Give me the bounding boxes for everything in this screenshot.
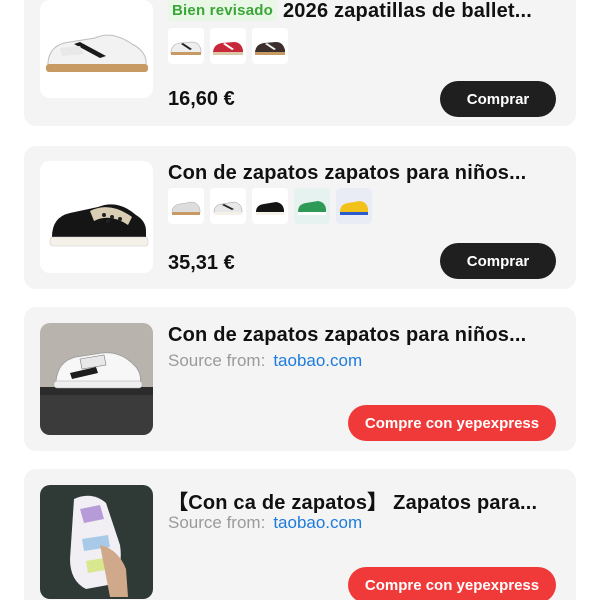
variant-swatches bbox=[168, 188, 372, 224]
variant-swatch[interactable] bbox=[168, 188, 204, 224]
product-title-text: 2026 zapatillas de ballet... bbox=[282, 0, 533, 22]
source-label: Source from: bbox=[168, 351, 266, 370]
variant-swatch[interactable] bbox=[336, 188, 372, 224]
product-card-1[interactable]: Bien revisado 2026 zapatillas de ballet..… bbox=[24, 0, 576, 126]
variant-swatch[interactable] bbox=[210, 28, 246, 64]
variant-swatch[interactable] bbox=[252, 28, 288, 64]
variant-swatch[interactable] bbox=[210, 188, 246, 224]
buy-button[interactable]: Comprar bbox=[440, 243, 556, 279]
sneaker-image bbox=[40, 323, 153, 435]
product-image[interactable] bbox=[40, 485, 153, 599]
variant-swatch[interactable] bbox=[252, 188, 288, 224]
product-card-4[interactable]: 【Con ca de zapatos】 Zapatos para... Sour… bbox=[24, 469, 576, 600]
source-line: Source from: taobao.com bbox=[168, 513, 362, 533]
source-line: Source from: taobao.com bbox=[168, 351, 362, 371]
variant-swatch[interactable] bbox=[168, 28, 204, 64]
product-title[interactable]: Con de zapatos zapatos para niños... bbox=[168, 162, 556, 185]
source-label: Source from: bbox=[168, 513, 266, 532]
buy-yepexpress-button[interactable]: Compre con yepexpress bbox=[348, 405, 556, 441]
source-link[interactable]: taobao.com bbox=[273, 513, 362, 532]
sneaker-image bbox=[40, 161, 153, 273]
product-title[interactable]: 【Con ca de zapatos】 Zapatos para... bbox=[168, 486, 556, 515]
product-title[interactable]: Bien revisado 2026 zapatillas de ballet..… bbox=[168, 0, 556, 23]
product-card-2[interactable]: Con de zapatos zapatos para niños... 35,… bbox=[24, 146, 576, 289]
buy-yepexpress-button[interactable]: Compre con yepexpress bbox=[348, 567, 556, 600]
product-title[interactable]: Con de zapatos zapatos para niños... bbox=[168, 324, 556, 347]
source-link[interactable]: taobao.com bbox=[273, 351, 362, 370]
buy-button[interactable]: Comprar bbox=[440, 81, 556, 117]
sneaker-image bbox=[40, 485, 153, 599]
product-image[interactable] bbox=[40, 0, 153, 98]
product-image[interactable] bbox=[40, 161, 153, 273]
product-price: 35,31 € bbox=[168, 252, 235, 274]
product-image[interactable] bbox=[40, 323, 153, 435]
variant-swatches bbox=[168, 28, 288, 64]
product-price: 16,60 € bbox=[168, 88, 235, 110]
product-card-3[interactable]: Con de zapatos zapatos para niños... Sou… bbox=[24, 307, 576, 451]
variant-swatch[interactable] bbox=[294, 188, 330, 224]
sneaker-image bbox=[40, 0, 153, 98]
review-badge: Bien revisado bbox=[168, 0, 277, 21]
